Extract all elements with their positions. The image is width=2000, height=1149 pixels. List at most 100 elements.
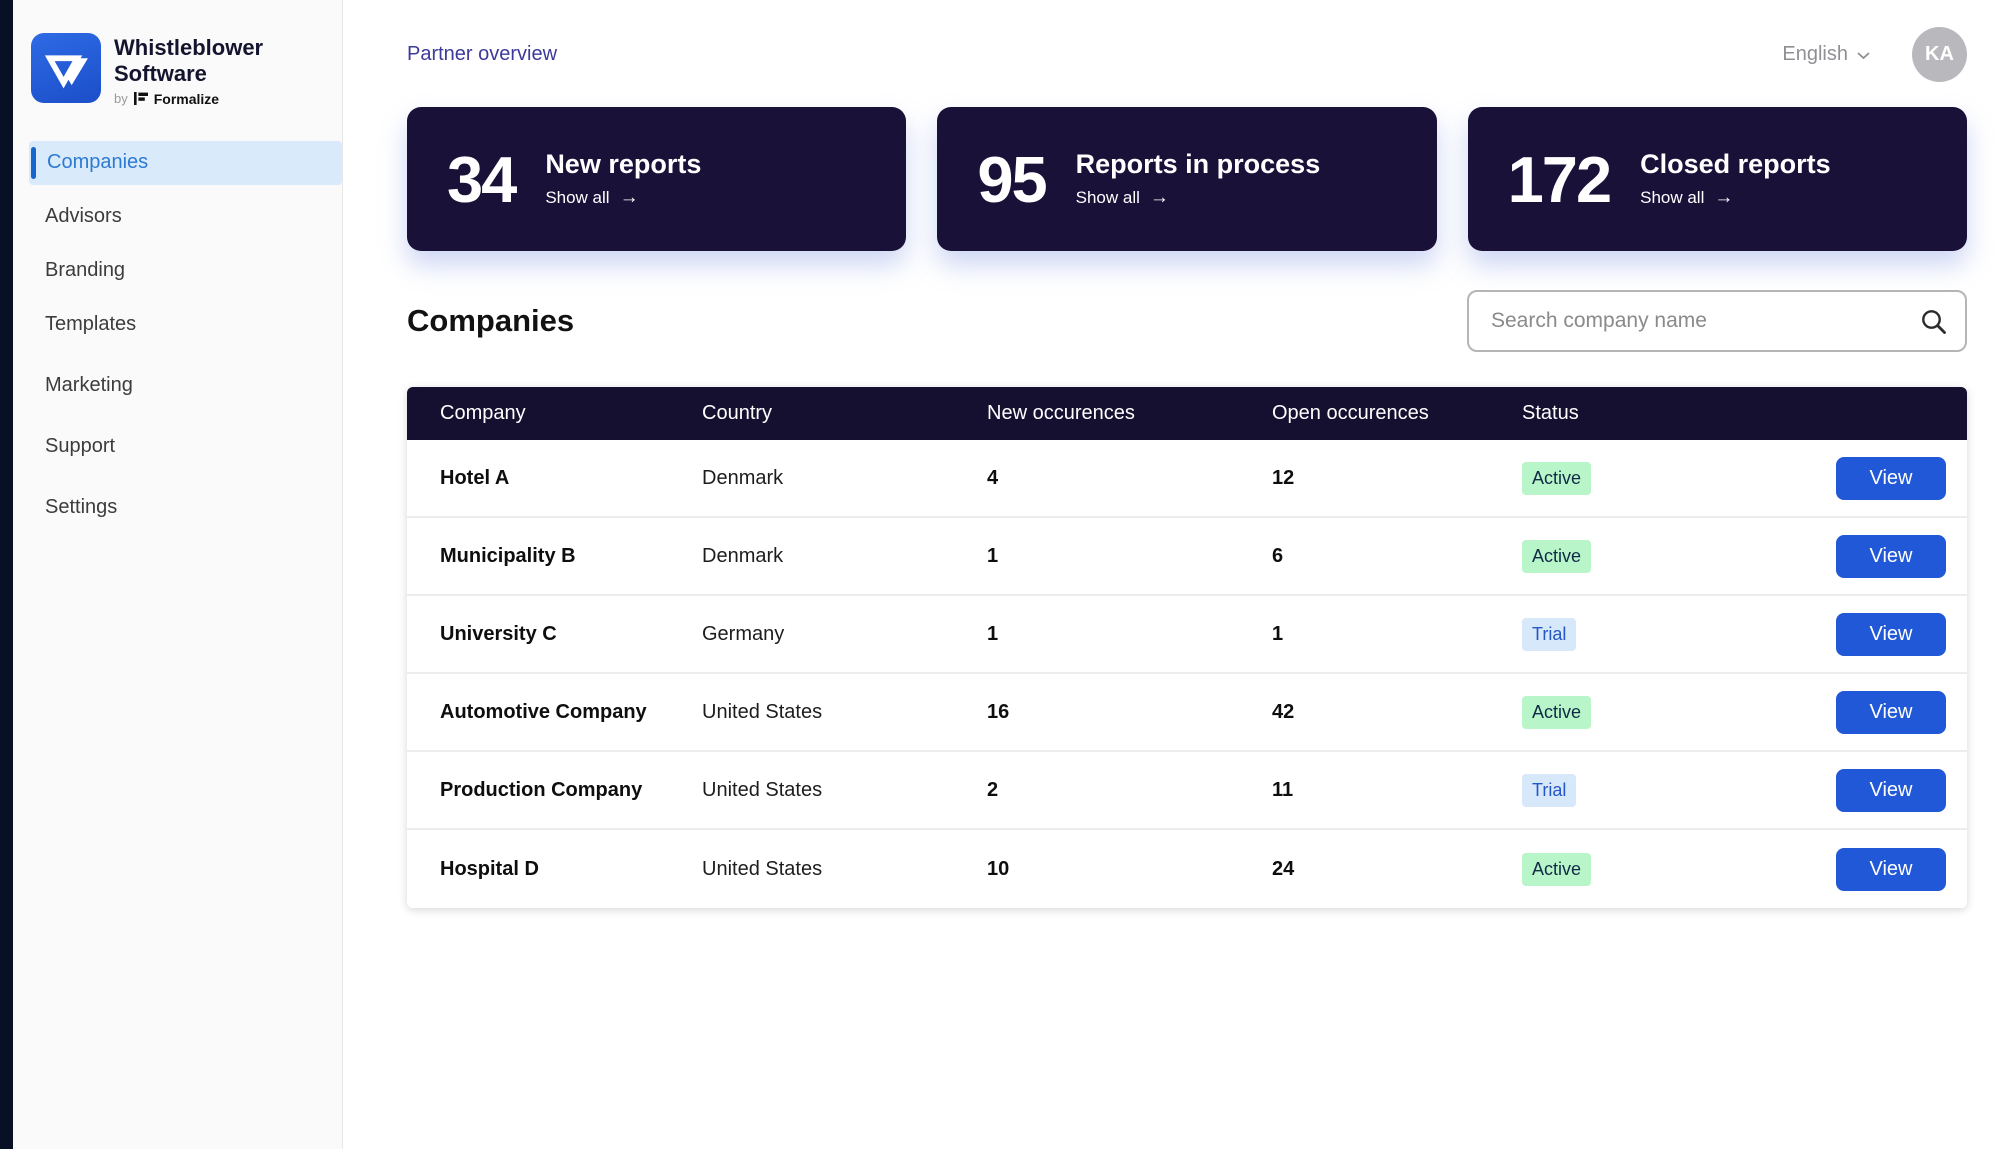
avatar-initials: KA <box>1925 42 1954 65</box>
view-button[interactable]: View <box>1836 456 1946 500</box>
brand-byline: by Formalize <box>114 91 304 107</box>
sidebar-item-branding[interactable]: Branding <box>29 249 342 293</box>
stat-cards: 34 New reports Show all → 95 Reports in proce… <box>407 107 1967 251</box>
view-cell: View <box>1836 690 1946 734</box>
main-content: Partner overview English KA 34 New report… <box>343 0 2000 1149</box>
status-cell: Active <box>1522 695 1814 729</box>
company-cell: Municipality B <box>440 544 576 567</box>
whistleblower-logo-icon <box>31 33 101 103</box>
stat-card-0: 34 New reports Show all → <box>407 107 907 251</box>
company-cell: Automotive Company <box>440 700 647 723</box>
view-cell: View <box>1836 534 1946 578</box>
column-header: Company <box>440 402 526 424</box>
breadcrumb[interactable]: Partner overview <box>407 43 557 66</box>
table-row: University C Germany 1 1 Trial View <box>407 596 1967 674</box>
sidebar-item-advisors[interactable]: Advisors <box>29 195 342 239</box>
stat-card-text: Closed reports Show all → <box>1640 149 1831 208</box>
table-row: Municipality B Denmark 1 6 Active View <box>407 518 1967 596</box>
view-button[interactable]: View <box>1836 847 1946 891</box>
show-all-link[interactable]: Show all → <box>545 188 701 208</box>
language-selector[interactable]: English <box>1782 43 1870 66</box>
search-icon[interactable] <box>1920 308 1947 335</box>
search-input[interactable] <box>1489 308 1920 334</box>
show-all-label: Show all <box>1640 187 1705 207</box>
new-occurrences-cell: 10 <box>987 857 1010 880</box>
open-occurrences-cell: 42 <box>1272 700 1295 723</box>
table-header: Company Country New occurences Open occuren… <box>407 387 1967 440</box>
status-cell: Trial <box>1522 617 1814 651</box>
view-button[interactable]: View <box>1836 690 1946 734</box>
open-occurrences-cell: 6 <box>1272 544 1284 567</box>
company-cell: Hospital D <box>440 857 539 880</box>
byline-brand: Formalize <box>153 90 220 107</box>
show-all-label: Show all <box>545 187 610 207</box>
status-cell: Trial <box>1522 773 1814 807</box>
show-all-link[interactable]: Show all → <box>1076 188 1321 208</box>
show-all-link[interactable]: Show all → <box>1640 188 1831 208</box>
topbar-right: English KA <box>1782 26 1967 82</box>
company-cell: Production Company <box>440 778 643 801</box>
table-row: Hotel A Denmark 4 12 Active View <box>407 440 1967 518</box>
avatar[interactable]: KA <box>1912 26 1967 82</box>
sidebar-item-label: Marketing <box>45 374 133 397</box>
column-header: Country <box>702 402 773 424</box>
stat-card-1: 95 Reports in process Show all → <box>937 107 1437 251</box>
new-occurrences-cell: 1 <box>987 544 999 567</box>
open-occurrences-cell: 24 <box>1272 857 1295 880</box>
stat-title: Closed reports <box>1640 149 1831 180</box>
sidebar-item-label: Advisors <box>45 205 122 228</box>
left-dark-rail <box>0 0 13 1149</box>
stat-card-text: Reports in process Show all → <box>1075 149 1321 208</box>
companies-table: Company Country New occurences Open occuren… <box>407 387 1967 908</box>
sidebar-item-marketing[interactable]: Marketing <box>29 364 342 408</box>
column-header: Open occurences <box>1272 402 1429 424</box>
sidebar: Whistleblower Software by Formalize Comp… <box>13 0 343 1149</box>
table-body: Hotel A Denmark 4 12 Active View Municipality … <box>407 440 1967 908</box>
status-badge: Trial <box>1522 617 1577 651</box>
status-cell: Active <box>1522 461 1814 495</box>
view-cell: View <box>1836 612 1946 656</box>
status-cell: Active <box>1522 539 1814 573</box>
status-badge: Active <box>1522 852 1592 886</box>
brand: Whistleblower Software by Formalize <box>13 33 342 107</box>
show-all-label: Show all <box>1075 187 1140 207</box>
column-header: New occurences <box>987 402 1135 424</box>
sidebar-item-label: Templates <box>45 313 137 336</box>
sidebar-item-label: Companies <box>47 151 149 174</box>
formalize-flag-icon <box>133 92 148 106</box>
brand-text: Whistleblower Software by Formalize <box>114 33 304 107</box>
country-cell: United States <box>702 857 823 880</box>
status-badge: Active <box>1522 539 1592 573</box>
brand-name: Whistleblower Software <box>114 35 264 86</box>
sidebar-item-support[interactable]: Support <box>29 425 342 469</box>
view-button[interactable]: View <box>1836 768 1946 812</box>
stat-value: 95 <box>977 142 1047 216</box>
arrow-right-icon: → <box>1714 187 1734 209</box>
table-row: Automotive Company United States 16 42 Activ… <box>407 674 1967 752</box>
status-badge: Trial <box>1522 773 1577 807</box>
view-cell: View <box>1836 456 1946 500</box>
sidebar-item-companies[interactable]: Companies <box>29 140 342 185</box>
view-button[interactable]: View <box>1836 534 1946 578</box>
country-cell: United States <box>702 778 823 801</box>
stat-card-text: New reports Show all → <box>545 149 701 208</box>
country-cell: Germany <box>702 622 785 645</box>
sidebar-item-label: Settings <box>45 496 118 519</box>
language-label: English <box>1782 42 1848 65</box>
stat-value: 172 <box>1507 142 1612 216</box>
open-occurrences-cell: 11 <box>1272 778 1294 801</box>
stat-title: Reports in process <box>1075 149 1321 180</box>
status-badge: Active <box>1522 461 1592 495</box>
view-button[interactable]: View <box>1836 612 1946 656</box>
topbar: Partner overview English KA <box>407 26 1967 82</box>
country-cell: Denmark <box>702 466 784 489</box>
sidebar-item-settings[interactable]: Settings <box>29 486 342 530</box>
sidebar-item-templates[interactable]: Templates <box>29 303 342 347</box>
country-cell: Denmark <box>702 544 784 567</box>
company-cell: Hotel A <box>440 466 510 489</box>
sidebar-nav: Companies Advisors Branding Templates Market… <box>13 140 342 530</box>
view-cell: View <box>1836 768 1946 812</box>
arrow-right-icon: → <box>1149 187 1169 209</box>
arrow-right-icon: → <box>619 187 639 209</box>
byline-prefix: by <box>114 91 128 107</box>
